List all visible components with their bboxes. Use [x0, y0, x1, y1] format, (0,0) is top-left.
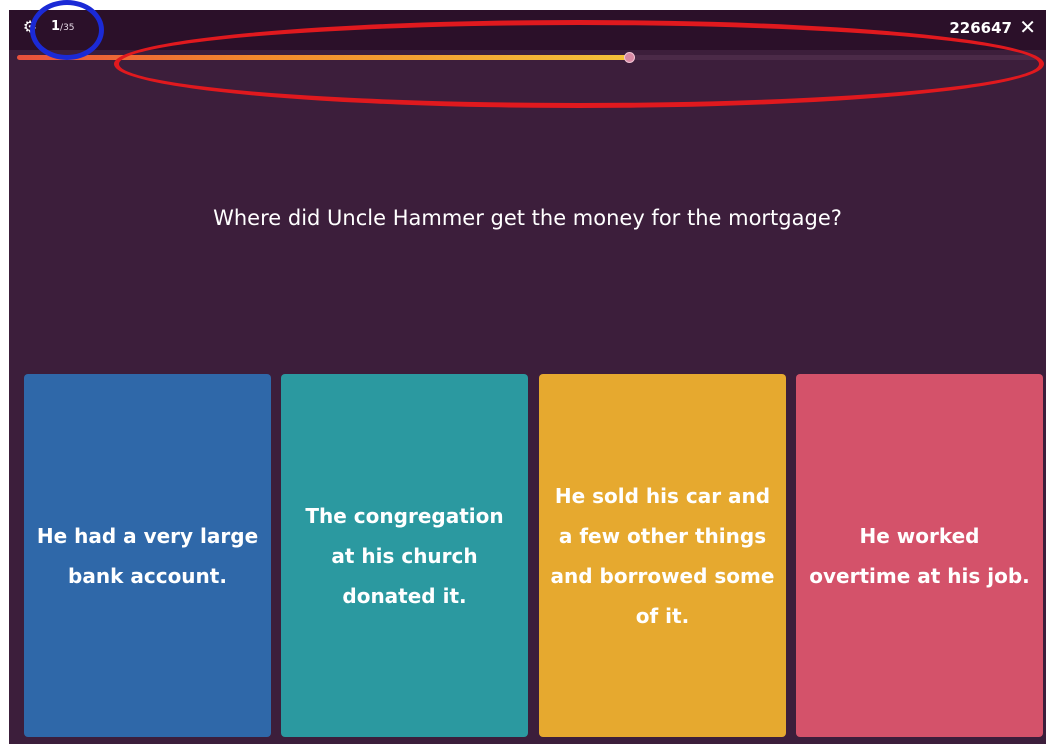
answer-option-2[interactable]: The congregation at his church donated i… — [281, 374, 528, 737]
answer-option-1[interactable]: He had a very large bank account. — [24, 374, 271, 737]
answer-options: He had a very large bank account. The co… — [24, 374, 1046, 738]
question-text: Where did Uncle Hammer get the money for… — [213, 206, 842, 230]
answer-option-4[interactable]: He worked overtime at his job. — [796, 374, 1043, 737]
close-icon[interactable]: ✕ — [1019, 15, 1036, 39]
answer-option-3[interactable]: He sold his car and a few other things a… — [539, 374, 786, 737]
blue-highlight-circle — [30, 0, 104, 60]
red-highlight-ellipse — [114, 20, 1044, 108]
quiz-screen: ⚙ 1/35 226647 ✕ Where did Uncle Hammer g… — [9, 10, 1046, 744]
game-code: 226647 — [949, 19, 1012, 37]
